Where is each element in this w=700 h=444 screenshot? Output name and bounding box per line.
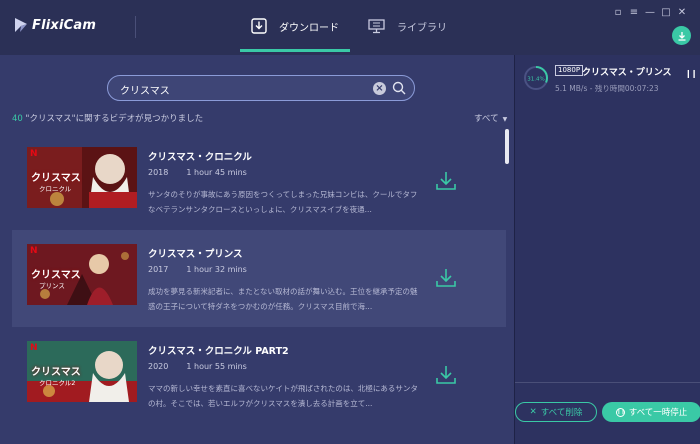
video-duration: 1 hour 45 mins [186, 168, 247, 177]
clear-all-button[interactable]: ✕ すべて削除 [515, 402, 597, 422]
chevron-down-icon: ▼ [502, 116, 508, 123]
thumbnail-subtitle: クロニクル2 [39, 379, 76, 387]
task-title: クリスマス・プリンス [582, 68, 672, 78]
video-title: クリスマス・クロニクル [148, 152, 252, 163]
close-icon[interactable]: ✕ [674, 6, 690, 20]
pause-icon[interactable]: ❙❙ [685, 69, 697, 78]
progress-ring: 31.4% [524, 66, 548, 90]
clear-search-icon[interactable]: × [373, 82, 386, 95]
video-thumbnail: N クリスマス プリンス [27, 244, 137, 305]
results-count: 40 [12, 114, 23, 124]
results-text: "クリスマス"に関するビデオが見つかりました [22, 114, 204, 124]
maximize-icon[interactable]: □ [658, 6, 674, 20]
results-summary: 40 "クリスマス"に関するビデオが見つかりました [12, 112, 203, 124]
download-arrow-icon [678, 31, 685, 41]
progress-text: 31.4% [527, 77, 544, 83]
logo-icon [15, 18, 27, 32]
video-description: サンタのそりが事故にあう原因をつくってしまった兄妹コンビは、クールでタフなベテラ… [148, 190, 418, 214]
video-description: 成功を夢見る新米記者に、またとない取材の話が舞い込む。王位を継承予定の魅惑の王子… [148, 287, 418, 311]
video-meta: 2018 1 hour 45 mins [148, 168, 247, 177]
tab-download-label: ダウンロード [279, 22, 339, 34]
video-meta: 2017 1 hour 32 mins [148, 265, 247, 274]
minimize-icon[interactable]: — [642, 6, 658, 20]
video-title: クリスマス・プリンス [148, 249, 243, 260]
theme-icon[interactable]: ▫ [610, 6, 626, 20]
video-title: クリスマス・クロニクル PART2 [148, 346, 289, 357]
video-duration: 1 hour 55 mins [186, 362, 247, 371]
download-icon[interactable] [435, 365, 457, 385]
video-year: 2017 [148, 265, 169, 274]
close-icon: ✕ [529, 407, 537, 417]
video-thumbnail: N クリスマス クロニクル2 [27, 341, 137, 402]
thumbnail-subtitle: クロニクル [39, 185, 72, 193]
download-queue-pane: 31.4% 1080P クリスマス・プリンス 5.1 MB/s - 残り時間00… [514, 55, 700, 444]
pause-all-label: すべて一時停止 [628, 408, 688, 418]
title-bar: FlixiCam ダウンロード ライブラリ ▫ ≡ — □ ✕ [0, 0, 700, 55]
video-duration: 1 hour 32 mins [186, 265, 247, 274]
download-tab-icon [251, 18, 267, 34]
pause-circle-icon: ❙❙ [615, 407, 626, 417]
window-controls: ▫ ≡ — □ ✕ [610, 6, 690, 20]
search-icon[interactable] [392, 81, 406, 95]
netflix-logo: N [30, 246, 38, 256]
quality-badge: 1080P [555, 65, 584, 76]
app-name: FlixiCam [32, 17, 97, 33]
video-thumbnail: N クリスマス クロニクル [27, 147, 137, 208]
download-icon[interactable] [435, 268, 457, 288]
thumbnail-title: クリスマス [31, 367, 81, 378]
download-icon[interactable] [435, 171, 457, 191]
header-divider [135, 16, 136, 38]
thumbnail-subtitle: プリンス [39, 282, 65, 290]
tab-library-label: ライブラリ [397, 22, 447, 34]
video-description: ママの新しい幸せを素直に喜べないケイトが飛ばされたのは、北極にあるサンタの村。そ… [148, 384, 418, 408]
video-item[interactable]: N クリスマス プリンス クリスマス・プリンス 2017 1 hour 32 mi… [12, 230, 506, 327]
thumbnail-title: クリスマス [31, 173, 81, 184]
queue-divider [515, 382, 700, 383]
search-results-pane: クリスマス × 40 "クリスマス"に関するビデオが見つかりました すべて▼ [0, 55, 514, 444]
clear-all-label: すべて削除 [540, 408, 583, 418]
search-bar[interactable]: クリスマス × [107, 75, 415, 101]
library-monitor-icon [368, 18, 385, 33]
filter-label: すべて [474, 114, 499, 124]
download-queue-button[interactable] [672, 26, 691, 45]
netflix-logo: N [30, 343, 38, 353]
video-item[interactable]: N クリスマス クロニクル クリスマス・クロニクル 2018 1 hour 45 … [12, 133, 506, 230]
app-logo: FlixiCam [14, 17, 96, 33]
search-input[interactable]: クリスマス [120, 82, 170, 97]
active-tab-indicator [240, 49, 350, 52]
filter-dropdown[interactable]: すべて ▼ [474, 112, 507, 124]
tab-download[interactable]: ダウンロード [240, 0, 350, 52]
netflix-logo: N [30, 149, 38, 159]
video-year: 2018 [148, 168, 169, 177]
task-status: 5.1 MB/s - 残り時間00:07:23 [555, 84, 659, 93]
video-year: 2020 [148, 362, 169, 371]
thumbnail-title: クリスマス [31, 270, 81, 281]
pause-all-button[interactable]: ❙❙ すべて一時停止 [602, 402, 700, 422]
tab-library[interactable]: ライブラリ [368, 0, 447, 52]
video-item[interactable]: N クリスマス クロニクル2 クリスマス・クロニクル PART2 2020 1 h… [12, 327, 506, 424]
download-task: 31.4% 1080P クリスマス・プリンス 5.1 MB/s - 残り時間00… [523, 65, 697, 95]
menu-icon[interactable]: ≡ [626, 6, 642, 20]
video-meta: 2020 1 hour 55 mins [148, 362, 247, 371]
